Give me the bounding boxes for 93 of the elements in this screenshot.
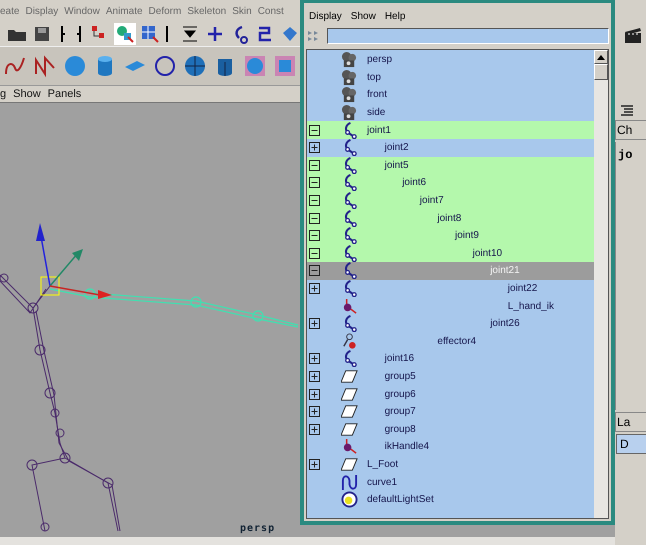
filter-field[interactable] [327,28,609,44]
menu-item[interactable]: Animate [106,6,143,16]
expand-toggle[interactable] [309,370,320,382]
panel-menu-item[interactable]: Panels [48,88,82,100]
collapse-toggle[interactable] [309,265,320,276]
node-label: joint10 [472,248,502,259]
collapse-toggle[interactable] [309,195,320,206]
poly-sphere-icon[interactable] [183,54,207,78]
camera-label: persp [240,523,276,534]
collapse-toggle[interactable] [309,124,320,136]
circle-icon[interactable] [153,54,177,78]
up-arrow-icon[interactable] [597,54,605,60]
node-label: side [367,107,386,118]
node-label: defaultLightSet [367,494,434,506]
collapse-toggle[interactable] [309,212,320,224]
node-label: joint7 [420,195,444,206]
node-label: joint5 [384,160,408,171]
channel-box-tab[interactable]: Ch [615,120,646,140]
outliner-row[interactable]: joint9 [307,226,594,245]
outliner-row[interactable]: joint8 [307,209,594,227]
outliner-row[interactable]: joint1 [307,121,594,139]
node-label: group8 [384,424,416,435]
group-icon [340,420,358,438]
effector-icon [340,332,358,350]
layer-button[interactable]: D [616,434,646,454]
expand-toggle[interactable] [309,388,320,400]
panel-menu-item[interactable]: g [0,88,6,100]
scroll-up-button[interactable] [594,50,608,64]
ep-curve-icon[interactable] [33,54,57,78]
clapperboard-icon[interactable] [623,26,643,44]
menu-item[interactable]: Const [258,6,284,16]
menu-item[interactable]: Skin [232,6,252,16]
node-label: curve1 [367,476,398,488]
menu-item[interactable]: Deform [148,6,182,16]
group-icon [340,456,358,473]
expand-toggle[interactable] [309,283,320,294]
expand-toggle[interactable] [309,142,320,154]
curve-icon [340,474,358,491]
node-label: joint2 [384,142,408,154]
outliner-row[interactable]: joint7 [307,192,594,210]
menu-item[interactable]: Window [64,6,100,16]
list-icon[interactable] [619,104,635,118]
menu-item[interactable]: Skeleton [187,6,226,16]
node-label: effector4 [437,336,476,347]
collapse-toggle[interactable] [309,248,320,259]
menu-item[interactable]: Help [384,10,406,22]
node-label: persp [367,54,392,66]
node-label: front [367,89,388,100]
camera-icon [340,86,358,104]
node-label: group5 [384,370,416,382]
node-label: joint6 [402,177,426,188]
scrollbar-thumb[interactable] [594,64,608,80]
node-label: group6 [384,388,416,400]
expand-toggle[interactable] [309,424,320,435]
node-label: joint22 [508,283,538,294]
camera-icon [340,104,358,122]
object-select-icon[interactable] [114,23,136,45]
group-icon [340,386,358,403]
outliner-row[interactable]: side [307,104,594,122]
group-icon [340,403,358,420]
node-label: joint16 [384,353,414,364]
node-label: ikHandle4 [384,441,430,452]
expand-toggle[interactable] [309,458,320,470]
node-label: joint1 [367,124,391,136]
camera-icon [340,68,358,86]
menu-item[interactable]: Display [25,6,58,16]
node-label: joint21 [490,265,520,276]
expand-toggle[interactable] [309,318,320,330]
collapse-toggle[interactable] [309,230,320,242]
expand-toggle[interactable] [309,406,320,418]
menu-item[interactable]: Display [309,10,342,22]
node-label: top [367,72,381,83]
outliner-row[interactable]: joint5 [307,156,594,174]
outliner-row[interactable]: joint6 [307,174,594,192]
node-label: joint8 [437,212,462,224]
node-label: joint9 [455,230,479,242]
panel-menu-item[interactable]: Show [13,88,41,100]
node-label: joint26 [490,318,520,330]
layer-tab[interactable]: La [615,412,646,432]
outliner-row[interactable]: joint22 [307,280,594,298]
component-select-icon[interactable] [139,23,161,45]
menu-item[interactable]: Show [350,10,376,22]
node-label: L_Foot [367,458,398,470]
node-label: group7 [384,406,416,418]
menu-item[interactable]: eate [0,6,20,16]
node-label: L_hand_ik [508,300,554,312]
collapse-toggle[interactable] [309,160,320,171]
expand-toggle[interactable] [309,353,320,364]
outliner-row[interactable]: joint10 [307,244,594,262]
light-set-icon [340,491,358,508]
group-icon [340,368,358,385]
collapse-toggle[interactable] [309,177,320,188]
node-name: jo [618,148,632,162]
